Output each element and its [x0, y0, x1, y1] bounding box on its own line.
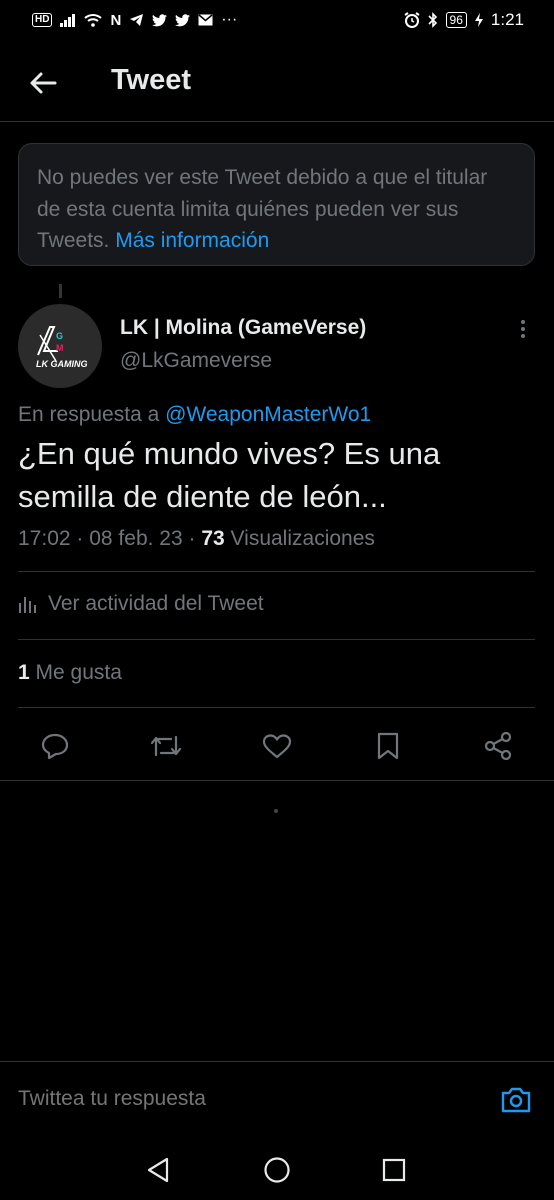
hd-badge: HD — [32, 13, 53, 27]
lk-gaming-logo: G M LK GAMING — [36, 326, 88, 369]
likes-summary[interactable]: 1 Me gusta — [18, 661, 122, 685]
share-button[interactable] — [480, 728, 516, 764]
learn-more-link[interactable]: Más información — [115, 229, 269, 252]
more-options-button[interactable] — [510, 316, 536, 342]
analytics-icon — [19, 597, 36, 613]
more-dot — [521, 334, 525, 338]
reply-context: En respuesta a @WeaponMasterWo1 — [18, 403, 371, 427]
page-title: Tweet — [111, 64, 192, 96]
status-bar: HD N ··· 96 1:21 — [0, 0, 554, 40]
arrow-left-icon — [30, 72, 57, 94]
square-recents-icon — [382, 1158, 406, 1182]
triangle-back-icon — [147, 1157, 169, 1183]
likes-label: Me gusta — [35, 661, 122, 684]
like-button[interactable] — [259, 728, 295, 764]
bookmark-button[interactable] — [370, 728, 406, 764]
system-navigation-bar — [0, 1140, 554, 1200]
author-display-name[interactable]: LK | Molina (GameVerse) — [120, 316, 366, 340]
avatar[interactable]: G M LK GAMING — [18, 304, 102, 388]
clock: 1:21 — [490, 10, 524, 29]
nav-back-button[interactable] — [140, 1154, 176, 1186]
n-app-icon: N — [110, 11, 122, 29]
tweet-meta: 17:02 · 08 feb. 23 · 73 Visualizaciones — [18, 527, 375, 550]
reply-to-handle-link[interactable]: @WeaponMasterWo1 — [165, 403, 371, 426]
tweet-date[interactable]: 08 feb. 23 — [89, 527, 182, 550]
tweet-time[interactable]: 17:02 — [18, 527, 71, 550]
views-label: Visualizaciones — [230, 527, 375, 550]
more-dot — [521, 320, 525, 324]
retweet-icon — [150, 735, 182, 757]
svg-text:M: M — [56, 343, 64, 353]
likes-count: 1 — [18, 661, 30, 684]
camera-button[interactable] — [498, 1084, 534, 1116]
battery-indicator: 96 — [445, 12, 467, 28]
thread-connector — [59, 284, 62, 298]
signal-icon — [60, 13, 76, 27]
nav-recents-button[interactable] — [376, 1154, 412, 1186]
more-dot — [521, 327, 525, 331]
share-icon — [484, 731, 512, 761]
divider — [0, 780, 554, 781]
svg-text:G: G — [56, 331, 63, 341]
reply-input[interactable] — [18, 1087, 458, 1111]
bluetooth-icon — [427, 12, 438, 28]
reply-icon — [41, 733, 69, 760]
restricted-tweet-notice: No puedes ver este Tweet debido a que el… — [18, 143, 535, 266]
divider — [18, 639, 535, 640]
charging-icon — [474, 13, 483, 27]
reply-button[interactable] — [37, 728, 73, 764]
more-notifications-icon: ··· — [221, 11, 238, 28]
reply-prefix: En respuesta a — [18, 403, 166, 426]
back-button[interactable] — [26, 66, 60, 100]
twitter-bird-icon — [175, 13, 191, 27]
retweet-button[interactable] — [148, 728, 184, 764]
views-count: 73 — [201, 527, 225, 550]
like-icon — [262, 734, 292, 759]
view-tweet-activity-button[interactable]: Ver actividad del Tweet — [18, 592, 264, 616]
tweet-text: ¿En qué mundo vives? Es una semilla de d… — [18, 436, 441, 514]
loading-indicator — [274, 809, 278, 813]
alarm-icon — [403, 12, 420, 28]
wifi-icon — [84, 13, 103, 27]
twitter-bird-icon — [152, 13, 168, 27]
top-app-bar: Tweet — [0, 42, 554, 122]
status-right: 96 1:21 — [403, 10, 524, 30]
activity-label: Ver actividad del Tweet — [48, 592, 264, 615]
bookmark-icon — [377, 732, 399, 760]
circle-home-icon — [264, 1157, 290, 1183]
divider — [18, 571, 535, 572]
nav-home-button[interactable] — [259, 1154, 295, 1186]
tweet-actions-bar — [0, 722, 554, 770]
reply-composer — [0, 1061, 554, 1131]
avatar-logo-text: LK GAMING — [36, 359, 88, 369]
status-left: HD N ··· — [32, 11, 237, 29]
author-handle[interactable]: @LkGameverse — [120, 349, 272, 373]
telegram-icon — [129, 13, 144, 27]
camera-icon — [501, 1087, 531, 1113]
mail-icon — [198, 14, 213, 26]
divider — [18, 707, 535, 708]
